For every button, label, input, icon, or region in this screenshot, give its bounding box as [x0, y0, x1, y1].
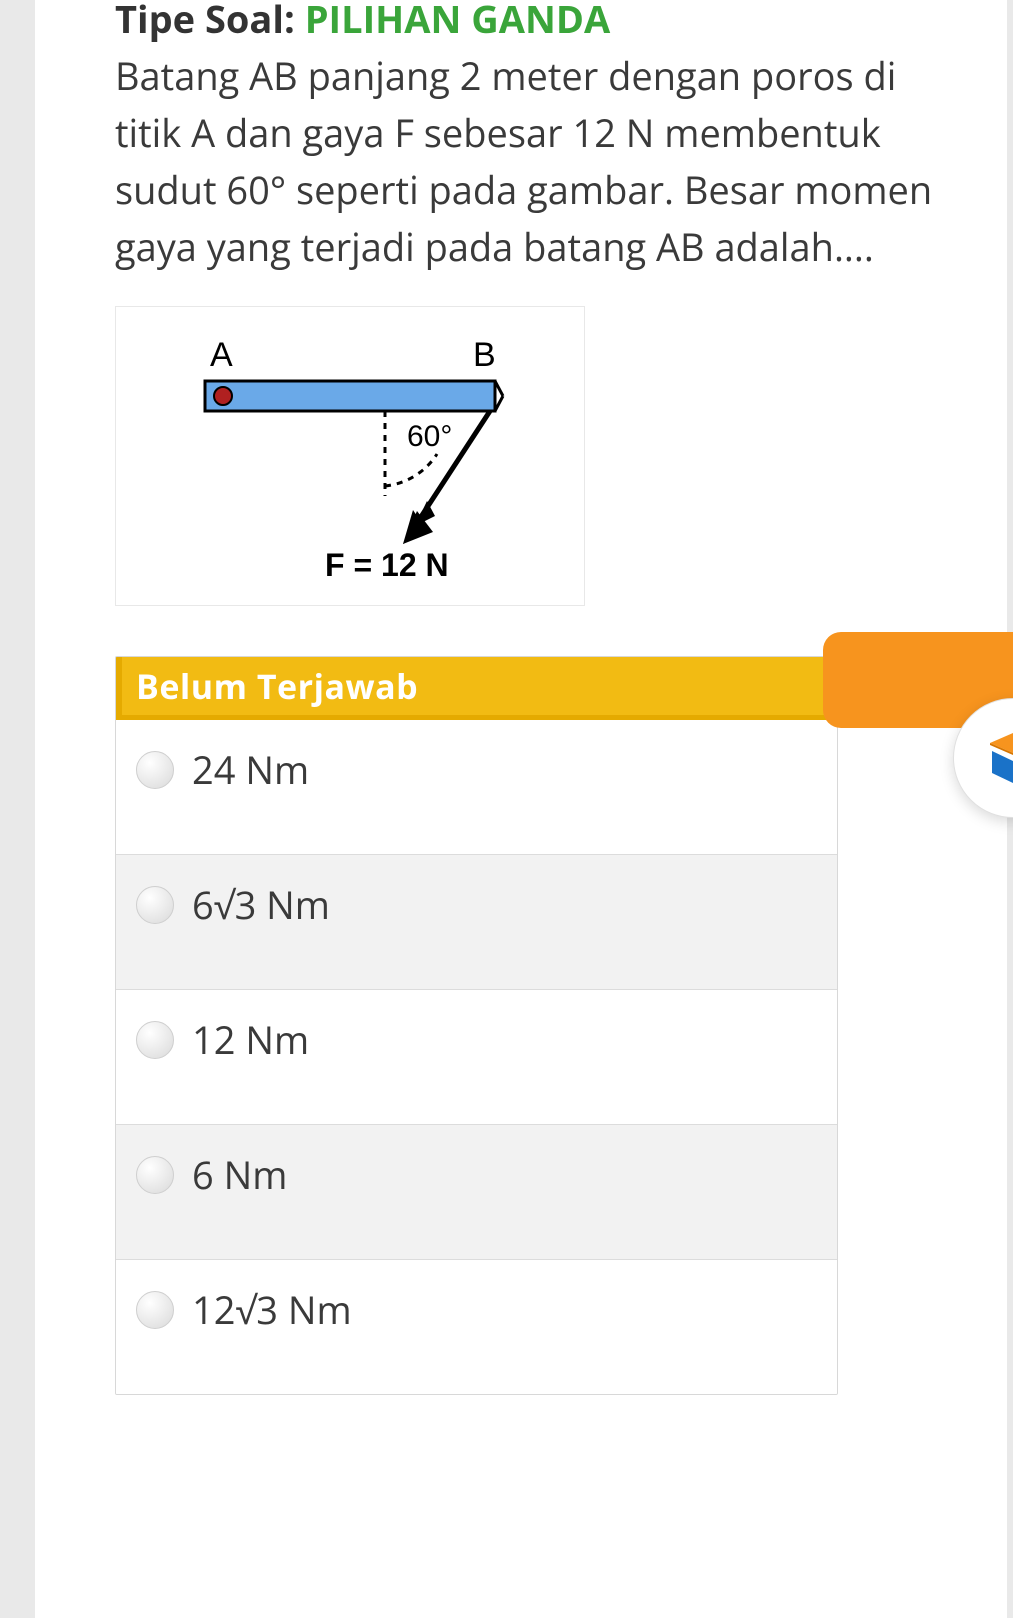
- radio-icon: [136, 1156, 174, 1194]
- angle-arc: [385, 454, 437, 486]
- diagram-card: A B 60° F = 12 N: [115, 306, 585, 606]
- option-label: 12√3 Nm: [192, 1284, 352, 1336]
- radio-icon: [136, 1021, 174, 1059]
- option-label: 12 Nm: [192, 1014, 309, 1066]
- option-label: 6 Nm: [192, 1149, 287, 1201]
- pivot-point: [214, 387, 232, 405]
- answer-status: Belum Terjawab: [116, 657, 837, 720]
- option-c[interactable]: 12 Nm: [116, 989, 837, 1124]
- bar-ab: [205, 381, 495, 411]
- label-a: A: [210, 336, 233, 374]
- question-text: Batang AB panjang 2 meter dengan poros d…: [115, 48, 959, 276]
- angle-label: 60°: [407, 420, 452, 453]
- force-label: F = 12 N: [325, 547, 449, 583]
- option-label: 6√3 Nm: [192, 879, 330, 931]
- radio-icon: [136, 886, 174, 924]
- answers-panel: Belum Terjawab 24 Nm 6√3 Nm 12 Nm 6 Nm 1…: [115, 656, 838, 1395]
- option-b[interactable]: 6√3 Nm: [116, 854, 837, 989]
- question-type-line: Tipe Soal: PILIHAN GANDA: [115, 0, 959, 40]
- question-page: Tipe Soal: PILIHAN GANDA Batang AB panja…: [0, 0, 1013, 1618]
- option-label: 24 Nm: [192, 744, 309, 796]
- radio-icon: [136, 1291, 174, 1329]
- option-d[interactable]: 6 Nm: [116, 1124, 837, 1259]
- question-type-value: PILIHAN GANDA: [305, 0, 611, 45]
- radio-icon: [136, 751, 174, 789]
- option-e[interactable]: 12√3 Nm: [116, 1259, 837, 1394]
- side-widget: [823, 632, 1013, 818]
- label-b: B: [473, 336, 496, 374]
- diagram-container: A B 60° F = 12 N: [115, 306, 959, 606]
- logo-icon: [980, 725, 1013, 791]
- torque-diagram: A B 60° F = 12 N: [155, 326, 545, 586]
- option-a[interactable]: 24 Nm: [116, 720, 837, 854]
- question-type-label: Tipe Soal:: [115, 0, 305, 45]
